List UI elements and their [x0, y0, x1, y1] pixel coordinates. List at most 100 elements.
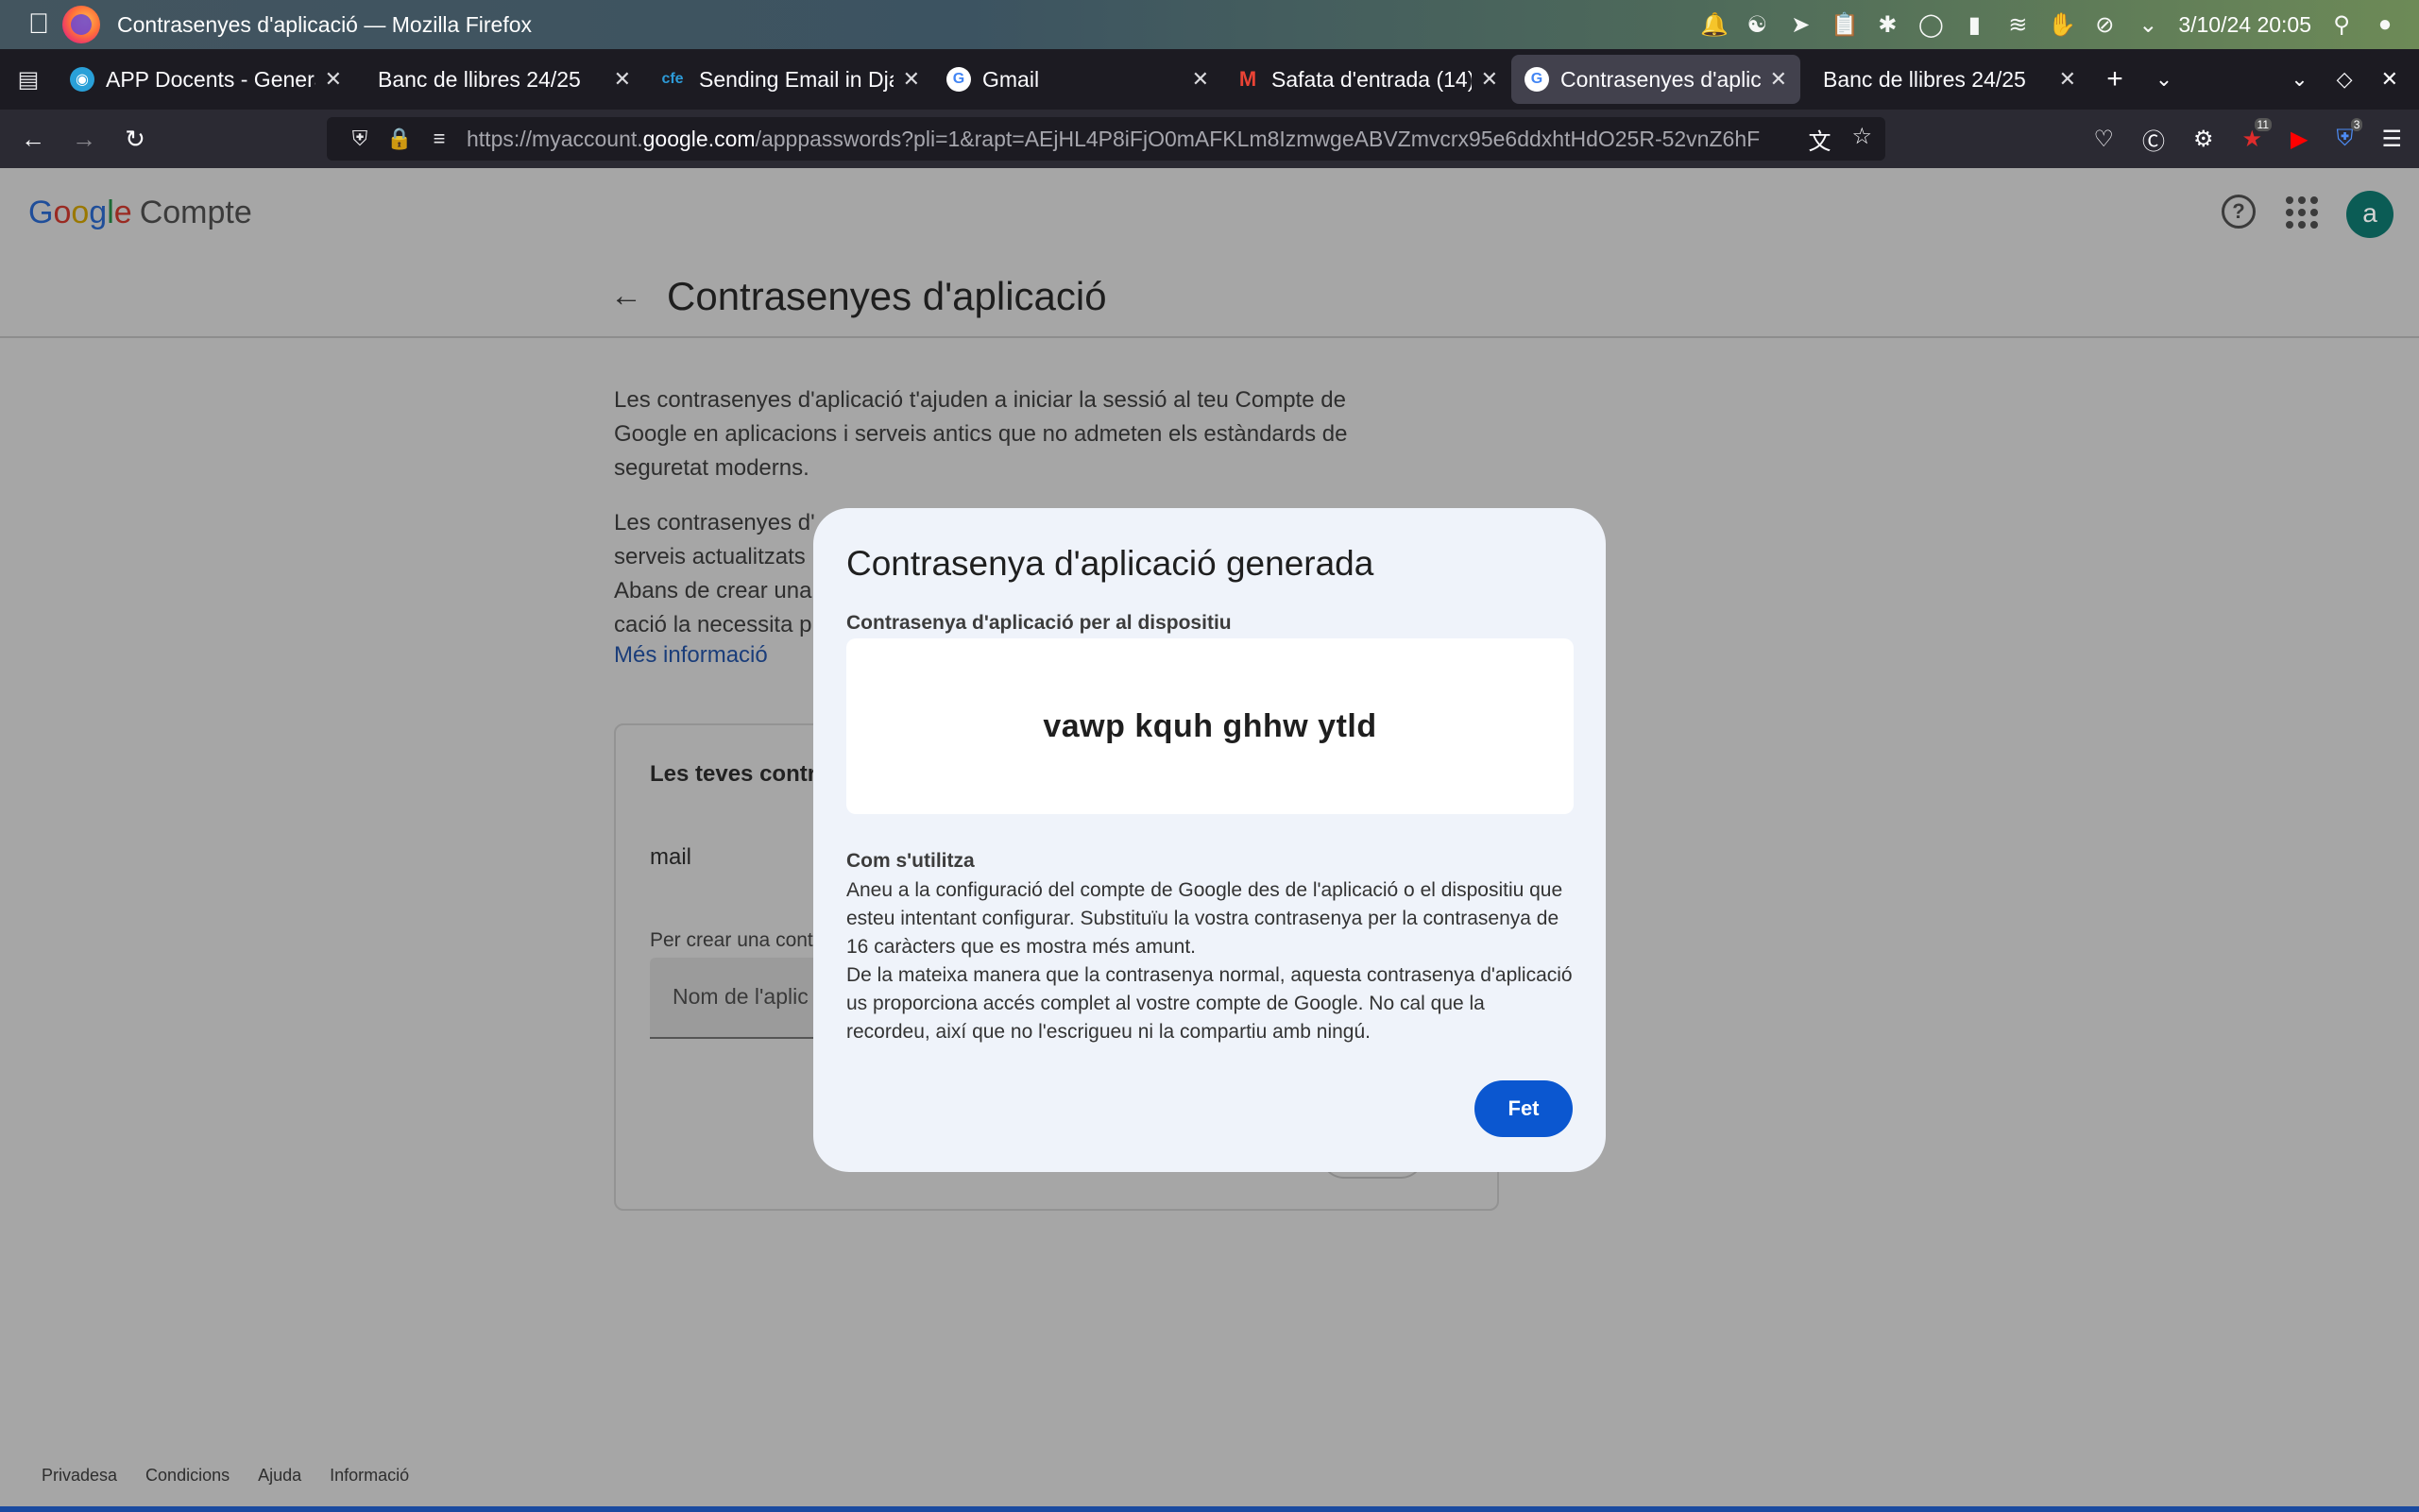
avatar[interactable]: a	[2346, 191, 2393, 238]
close-icon[interactable]: ✕	[614, 67, 631, 92]
ublock-icon[interactable]: ★ 11	[2242, 117, 2273, 153]
cfe-icon: cfe	[661, 71, 684, 87]
wifi-icon[interactable]: ≋	[2004, 11, 2031, 39]
google-icon: G	[946, 67, 971, 92]
c-extension-icon[interactable]: Ⓒ	[2142, 123, 2165, 156]
footer-link-terms[interactable]: Condicions	[145, 1466, 230, 1486]
app-password-entry[interactable]: mail	[650, 844, 691, 871]
youtube-icon[interactable]: ▶	[2291, 126, 2308, 153]
dialog-title: Contrasenya d'aplicació generada	[846, 544, 1374, 583]
done-button[interactable]: Fet	[1474, 1080, 1573, 1137]
tab-contrasenyes[interactable]: G Contrasenyes d'aplica ✕	[1511, 55, 1800, 104]
howto-paragraph-1: Aneu a la configuració del compte de Goo…	[846, 879, 1563, 958]
close-icon[interactable]: ✕	[1770, 67, 1787, 92]
app-globe-icon: ◉	[70, 67, 94, 92]
puzzle-icon[interactable]: ⚙	[2193, 126, 2214, 153]
apps-grid-icon[interactable]	[2286, 196, 2318, 229]
new-tab-button[interactable]: +	[2089, 63, 2140, 95]
google-header: Google Compte ? a	[0, 168, 2419, 263]
tab-banc-llibres[interactable]: Banc de llibres 24/25 ✕	[355, 55, 644, 104]
product-name: Compte	[139, 195, 252, 230]
shield-icon[interactable]: ⛨	[340, 127, 380, 151]
google-icon: G	[1525, 67, 1549, 92]
battery-icon[interactable]: ▮	[1961, 11, 1987, 39]
tab-label: APP Docents - Genera	[106, 66, 315, 92]
password-label: Contrasenya d'aplicació per al dispositi…	[846, 612, 1232, 634]
bulb-icon[interactable]: ◯	[1917, 11, 1944, 39]
system-tray: 🔔 ☯ ➤ 📋 ✱ ◯ ▮ ≋ ✋ ⊘ ⌄ 3/10/24 20:05 ⚲ ●	[1700, 11, 2398, 39]
tab-label: Banc de llibres 24/25	[378, 66, 581, 92]
howto-text: Aneu a la configuració del compte de Goo…	[846, 876, 1574, 1046]
list-all-tabs-button[interactable]: ⌄	[2140, 67, 2188, 92]
howto-title: Com s'utilitza	[846, 850, 975, 872]
translate-icon[interactable]: 文	[1808, 123, 1831, 156]
apple-icon[interactable]: 	[21, 8, 57, 41]
lock-icon[interactable]: 🔒	[380, 127, 419, 151]
tab-sending-email[interactable]: cfe Sending Email in Djan ✕	[644, 55, 933, 104]
card-title: Les teves contr	[650, 761, 817, 787]
close-window-icon[interactable]: ✕	[2381, 67, 2398, 92]
tab-banc-llibres-2[interactable]: Banc de llibres 24/25 ✕	[1800, 55, 2089, 104]
page-header: ← Contrasenyes d'aplicació	[0, 263, 2419, 338]
google-account-logo[interactable]: Google Compte	[28, 195, 252, 231]
close-icon[interactable]: ✕	[903, 67, 920, 92]
footer: Privadesa Condicions Ajuda Informació	[42, 1466, 409, 1486]
create-hint: Per crear una cont	[650, 929, 813, 951]
mute-icon[interactable]: ⊘	[2091, 11, 2118, 39]
more-info-link[interactable]: Més informació	[614, 642, 768, 669]
tab-label: Banc de llibres 24/25	[1823, 66, 2026, 92]
bookmark-star-icon[interactable]: ☆	[1851, 123, 1872, 156]
page-title: Contrasenyes d'aplicació	[667, 274, 1107, 318]
back-arrow-icon[interactable]: ←	[610, 278, 642, 314]
generated-password[interactable]: vawp kquh ghhw ytld	[1043, 708, 1376, 745]
hamburger-menu-icon[interactable]: ☰	[2381, 126, 2402, 153]
notification-bell-icon[interactable]: 🔔	[1700, 11, 1729, 39]
yin-yang-icon[interactable]: ☯	[1744, 11, 1770, 39]
clock[interactable]: 3/10/24 20:05	[2178, 12, 2311, 38]
minimize-icon[interactable]: ⌄	[2291, 67, 2308, 92]
bluetooth-icon[interactable]: ✱	[1874, 11, 1900, 39]
navigation-toolbar: ← → ↻ ⛨ 🔒 ≡ https://myaccount.google.com…	[0, 110, 2419, 168]
tab-app-docents[interactable]: ◉ APP Docents - Genera ✕	[57, 55, 355, 104]
generated-password-dialog: Contrasenya d'aplicació generada Contras…	[813, 508, 1606, 1172]
help-icon[interactable]: ?	[2222, 195, 2256, 229]
permissions-icon[interactable]: ≡	[419, 127, 459, 151]
tab-gmail[interactable]: G Gmail ✕	[933, 55, 1222, 104]
search-icon[interactable]: ⚲	[2328, 11, 2355, 39]
back-icon[interactable]: ←	[8, 125, 59, 154]
tab-label: Sending Email in Djan	[699, 66, 894, 92]
user-avatar-icon[interactable]: ●	[2372, 11, 2398, 38]
maximize-icon[interactable]: ◇	[2337, 67, 2353, 92]
tab-label: Gmail	[982, 66, 1040, 92]
forward-icon[interactable]: →	[59, 125, 110, 154]
close-icon[interactable]: ✕	[1481, 67, 1498, 92]
tab-label: Safata d'entrada (14) -	[1271, 66, 1472, 92]
intro-paragraph: Les contrasenyes d'aplicació t'ajuden a …	[614, 387, 1348, 481]
footer-link-privacy[interactable]: Privadesa	[42, 1466, 117, 1486]
macos-menu-bar:  Contrasenyes d'aplicació — Mozilla Fir…	[0, 0, 2419, 49]
hand-icon[interactable]: ✋	[2048, 11, 2076, 39]
footer-link-help[interactable]: Ajuda	[258, 1466, 301, 1486]
firefox-icon	[62, 6, 100, 43]
telegram-icon[interactable]: ➤	[1787, 11, 1814, 39]
close-icon[interactable]: ✕	[1192, 67, 1209, 92]
extensions-area: ♡ Ⓒ ⚙ ★ 11 ▶ ⛨ 3 ☰	[2093, 110, 2402, 168]
chevron-down-icon[interactable]: ⌄	[2135, 11, 2161, 39]
pocket-icon[interactable]: ♡	[2093, 126, 2114, 153]
gmail-icon: M	[1238, 67, 1257, 91]
close-icon[interactable]: ✕	[2059, 67, 2076, 92]
bitwarden-icon[interactable]: ⛨ 3	[2336, 118, 2363, 152]
bottom-edge	[0, 1506, 2419, 1512]
password-box: vawp kquh ghhw ytld	[846, 638, 1574, 814]
google-wordmark: Google	[28, 195, 132, 230]
firefox-view-icon[interactable]: ▤	[0, 66, 57, 93]
tab-safata-entrada[interactable]: M Safata d'entrada (14) - ✕	[1222, 55, 1511, 104]
url-text[interactable]: https://myaccount.google.com/apppassword…	[467, 127, 1808, 152]
window-controls: ⌄ ◇ ✕	[2291, 67, 2398, 92]
url-bar[interactable]: ⛨ 🔒 ≡ https://myaccount.google.com/apppa…	[327, 117, 1885, 161]
reload-icon[interactable]: ↻	[110, 125, 161, 154]
footer-link-about[interactable]: Informació	[330, 1466, 409, 1486]
close-icon[interactable]: ✕	[325, 67, 342, 92]
clipboard-icon[interactable]: 📋	[1831, 11, 1859, 39]
howto-paragraph-2: De la mateixa manera que la contrasenya …	[846, 964, 1573, 1043]
